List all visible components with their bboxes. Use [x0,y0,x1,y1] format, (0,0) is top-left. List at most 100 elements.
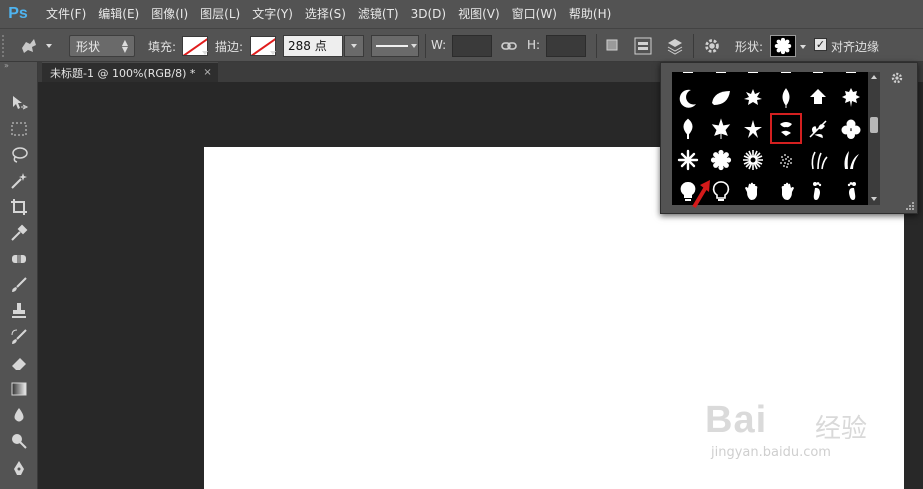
shape-cell-partial[interactable] [802,72,834,80]
shape-cell-leaf-small[interactable] [672,113,704,144]
menu-file[interactable]: 文件(F) [40,0,92,28]
path-alignment-icon [634,37,652,55]
shape-cell-hand-left[interactable] [737,176,769,205]
healing-brush-tool[interactable] [7,247,31,271]
shape-picker-scrollbar[interactable] [868,72,880,205]
stroke-size-input[interactable]: 288 点 [283,35,343,57]
path-operations-button[interactable] [602,35,624,57]
tool-mode-value: 形状 [76,39,101,54]
shape-cell-spiky-flower[interactable] [737,144,769,175]
shape-cell-hand-right[interactable] [770,176,802,205]
menu-layer[interactable]: 图层(L) [194,0,246,28]
stroke-size-dropdown[interactable] [344,35,364,57]
shape-cell-ivy-leaf[interactable] [770,82,802,113]
menu-edit[interactable]: 编辑(E) [92,0,145,28]
pen-tool[interactable] [7,457,31,481]
shape-cell-star-flower[interactable] [672,144,704,175]
shape-cell-daisy-flower[interactable] [705,144,737,175]
stroke-label: 描边: [215,40,244,54]
link-icon[interactable] [501,38,517,54]
clone-stamp-tool[interactable] [7,299,31,323]
shape-cell-maple-leaf[interactable] [737,82,769,113]
dodge-tool[interactable] [7,429,31,453]
tool-mode-select[interactable]: 形状 ▲ ▼ [69,35,135,57]
geometry-options-button[interactable] [701,35,723,57]
brush-tool[interactable] [7,273,31,297]
shape-cell-oak-leaf[interactable] [835,82,867,113]
lasso-tool[interactable] [7,143,31,167]
close-icon[interactable]: × [203,67,211,78]
shape-picker-button[interactable] [770,35,796,57]
menu-filter[interactable]: 滤镜(T) [352,0,405,28]
star-flower-icon [677,149,699,171]
shape-cell-flower-5-petal[interactable] [737,113,769,144]
shape-cell-partial[interactable] [835,72,867,80]
menu-select[interactable]: 选择(S) [299,0,352,28]
menu-type[interactable]: 文字(Y) [246,0,299,28]
shape-cell-crescent-moon[interactable] [672,82,704,113]
stroke-dropdown-arrow-icon[interactable] [270,51,276,55]
scrollbar-thumb[interactable] [870,117,878,133]
shape-cell-foot-right[interactable] [835,176,867,205]
resize-grip-icon[interactable] [905,201,915,211]
align-edges-checkbox[interactable]: ✓ [814,38,827,51]
toolbar-collapse-button[interactable]: » [0,62,37,72]
healing-brush-tool-icon [12,255,26,263]
menu-window[interactable]: 窗口(W) [506,0,563,28]
menu-3d[interactable]: 3D(D) [405,0,452,28]
divider [596,34,597,58]
eyedropper-tool[interactable] [7,221,31,245]
tools-panel: » [0,62,38,489]
oak-leaf-icon [842,87,860,107]
shape-cell-branch[interactable] [802,113,834,144]
daisy-flower-icon [710,149,731,170]
move-tool-icon [13,96,29,110]
stroke-type-dropdown[interactable] [371,35,419,57]
shape-cell-partial[interactable] [705,72,737,80]
history-brush-tool[interactable] [7,325,31,349]
shape-cell-partial[interactable] [737,72,769,80]
shape-cell-partial[interactable] [672,72,704,80]
shape-cell-ornament[interactable] [769,113,802,145]
eraser-tool[interactable] [7,351,31,375]
document-tab[interactable]: 未标题-1 @ 100%(RGB/8) * × [42,62,218,82]
shape-cell-maple-leaf-2[interactable] [705,113,737,144]
gradient-tool[interactable] [7,377,31,401]
scroll-up-icon[interactable] [871,75,877,79]
ornament-icon [779,121,792,136]
shape-cell-dots-cluster[interactable] [770,144,802,175]
marquee-tool[interactable] [7,117,31,141]
options-bar-grip[interactable] [2,35,8,57]
fill-dropdown-arrow-icon[interactable] [202,51,208,55]
move-tool[interactable] [7,91,31,115]
hand-left-icon [745,182,758,201]
scroll-down-icon[interactable] [871,197,877,201]
shape-cell-grass-tall[interactable] [835,144,867,175]
gear-icon [705,39,719,53]
shape-cell-leaf[interactable] [705,82,737,113]
shape-cell-clover-flower[interactable] [835,113,867,144]
clover-flower-icon [841,119,861,139]
shape-dropdown-arrow-icon[interactable] [800,45,806,49]
menu-help[interactable]: 帮助(H) [563,0,617,28]
shape-cell-grass[interactable] [802,144,834,175]
menu-view[interactable]: 视图(V) [452,0,506,28]
crop-tool[interactable] [7,195,31,219]
blur-tool[interactable] [7,403,31,427]
shape-cell-foot-left[interactable] [802,176,834,205]
path-arrangement-button[interactable] [664,35,686,57]
path-alignment-button[interactable] [632,35,654,57]
height-input[interactable] [546,35,586,57]
watermark-cn: 经验 [815,414,868,444]
width-input[interactable] [452,35,492,57]
shape-cell-birch-leaf[interactable] [802,82,834,113]
menu-image[interactable]: 图像(I) [145,0,194,28]
marquee-tool-icon [11,122,27,136]
leaf-icon [711,90,730,105]
tool-preset-picker[interactable] [18,35,58,57]
height-label: H: [527,38,541,52]
shape-cell-partial[interactable] [770,72,802,80]
gear-icon[interactable] [890,71,904,85]
path-operations-icon [606,39,618,51]
magic-wand-tool[interactable] [7,169,31,193]
